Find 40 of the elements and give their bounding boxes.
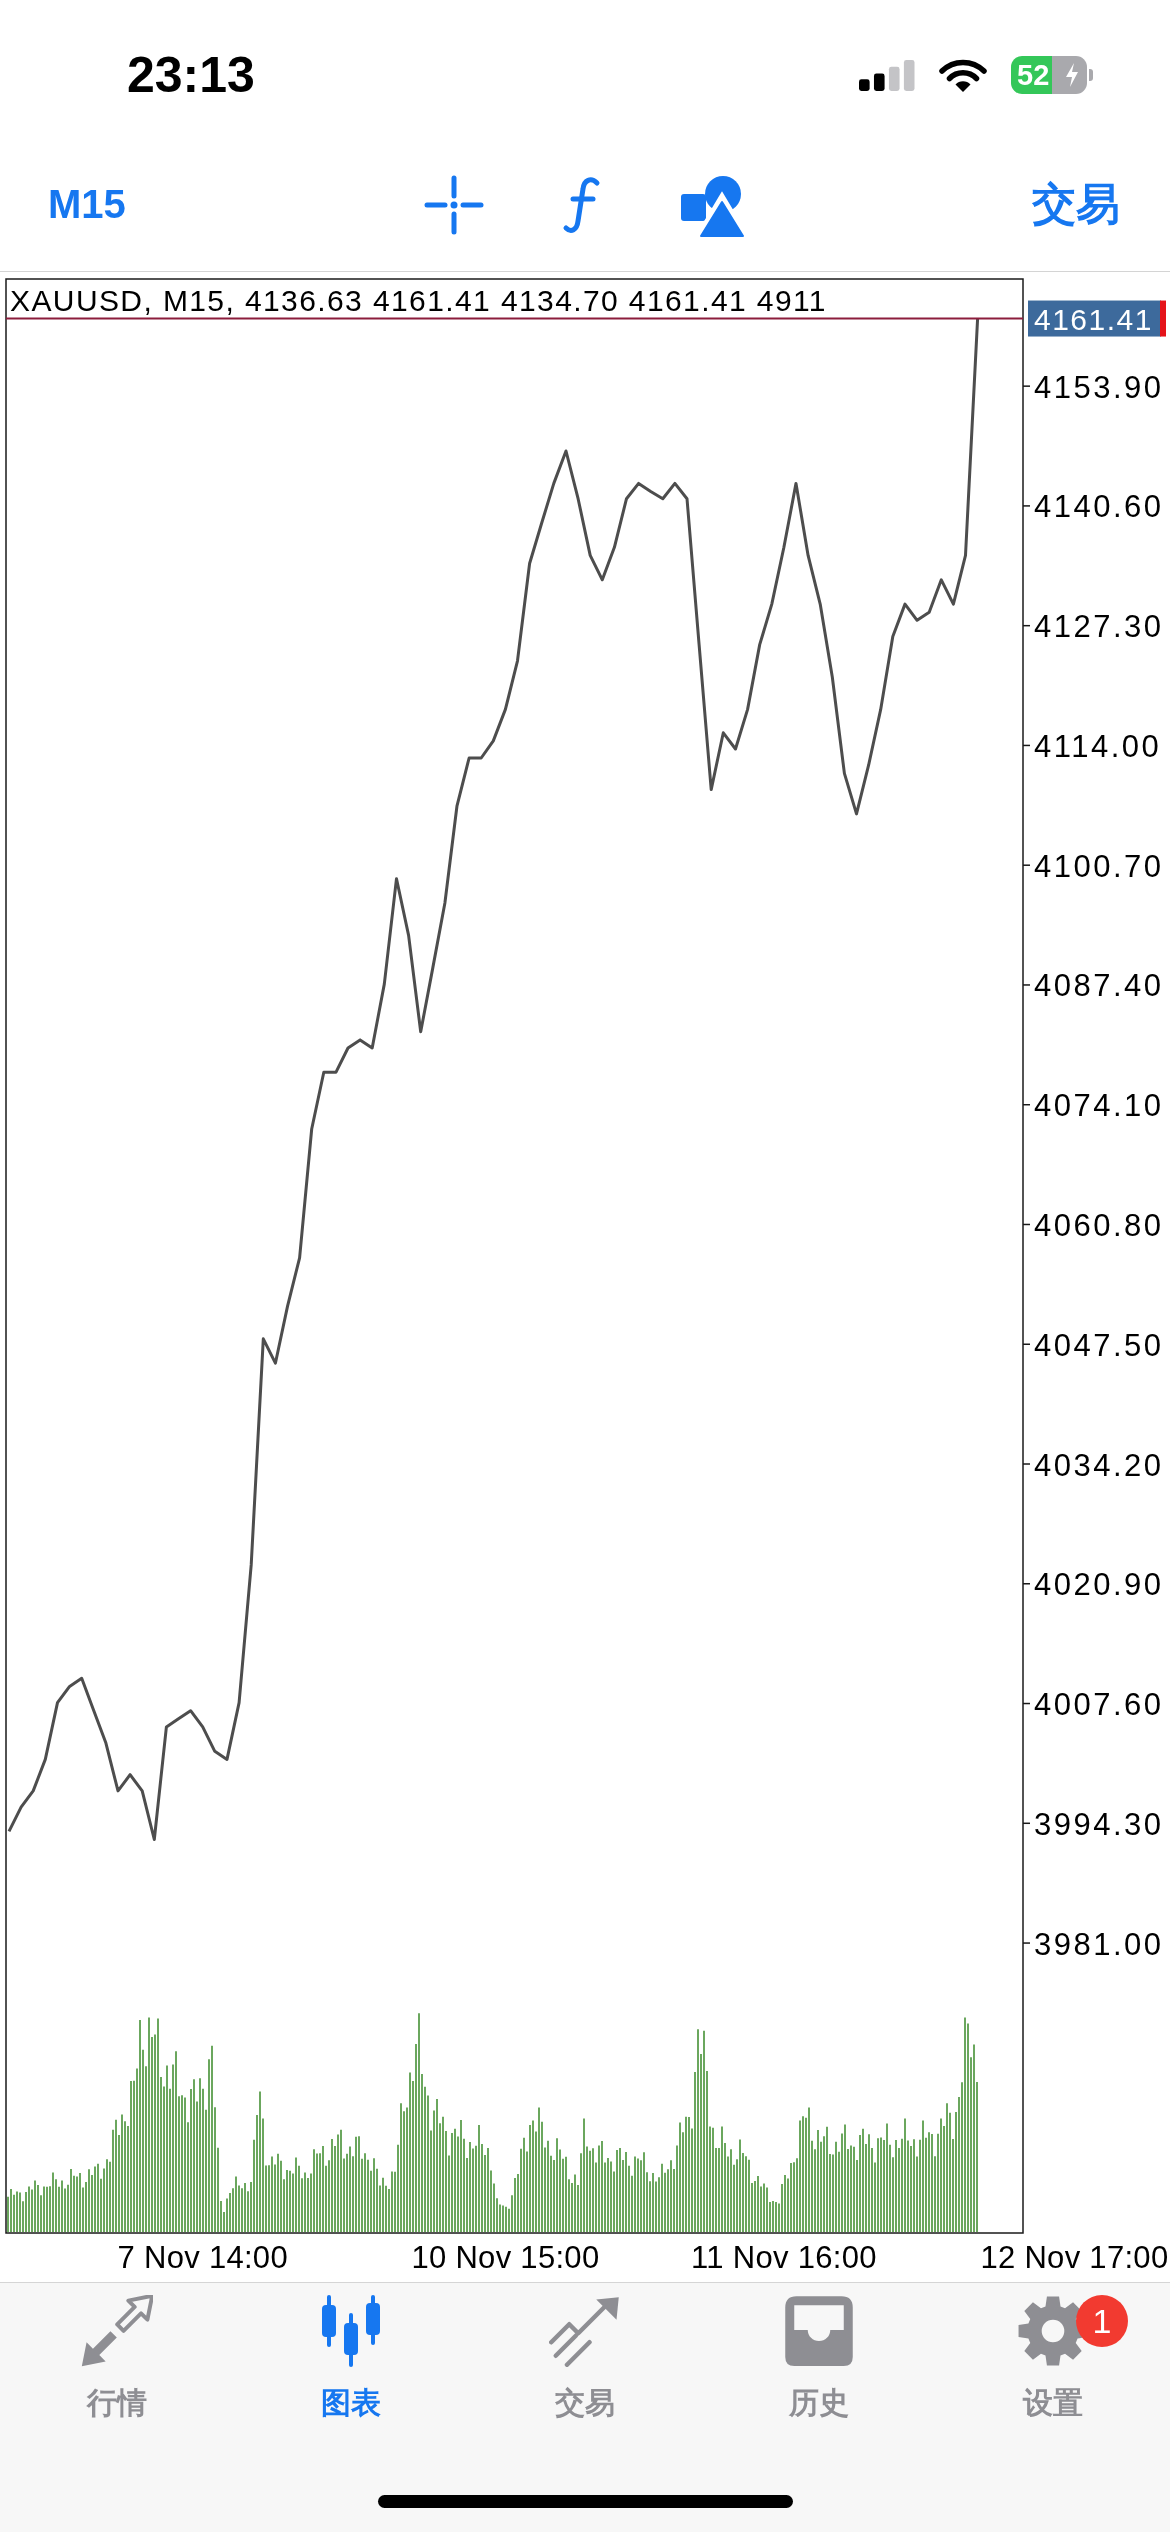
wifi-icon [939, 57, 987, 93]
tray-icon [784, 2295, 854, 2367]
battery-percentage: 52 [1017, 59, 1050, 91]
ref-line-label: 4161.41 [1034, 303, 1153, 337]
price-axis-label: 4127.30 [1034, 609, 1164, 645]
price-axis-label: 4087.40 [1034, 968, 1164, 1004]
tab-bar-item[interactable]: 行情 [0, 2283, 234, 2421]
status-time: 23:13 [127, 46, 255, 104]
tab-bar-item[interactable]: 交易 [468, 2283, 702, 2421]
diagonal-arrows-icon [81, 2295, 153, 2367]
price-axis-label: 3981.00 [1034, 1926, 1164, 1962]
price-axis-label: 4153.90 [1034, 369, 1164, 405]
function-icon[interactable] [562, 174, 602, 235]
tab-bar-item[interactable]: 历史 [702, 2283, 936, 2421]
chart-info-text: XAUUSD, M15, 4136.63 4161.41 4134.70 4161.41 4911 [10, 284, 827, 317]
price-axis-label: 4114.00 [1034, 728, 1162, 764]
price-axis-label: 4007.60 [1034, 1687, 1164, 1723]
trade-button[interactable]: 交易 [1032, 175, 1120, 234]
price-axis-label: 4100.70 [1034, 848, 1164, 884]
time-axis-label: 7 Nov 14:00 [117, 2239, 288, 2275]
cellular-signal-icon [859, 59, 915, 91]
price-axis-label: 4020.90 [1034, 1567, 1164, 1603]
price-axis-label: 4140.60 [1034, 489, 1164, 525]
price-axis-label: 4060.80 [1034, 1208, 1164, 1243]
price-axis-label: 4047.50 [1034, 1327, 1164, 1363]
price-axis-label: 4074.10 [1034, 1088, 1164, 1124]
timeframe-button[interactable]: M15 [48, 182, 126, 227]
tab-bar-item[interactable]: 设置 1 [936, 2283, 1170, 2421]
charging-bolt-icon [1065, 63, 1079, 87]
candlestick-icon [319, 2295, 383, 2367]
tab-bar-item[interactable]: 图表 [234, 2283, 468, 2421]
crosshair-icon[interactable] [424, 174, 484, 235]
price-axis-label: 4034.20 [1034, 1447, 1164, 1483]
price-axis-label: 3994.30 [1034, 1806, 1164, 1842]
current-price-label: 4161.41 [1028, 300, 1166, 337]
time-axis-label: 11 Nov 16:00 [691, 2239, 877, 2275]
notification-badge: 1 [1076, 2295, 1128, 2347]
trend-arrow-icon [549, 2295, 621, 2367]
time-axis-label: 10 Nov 15:00 [411, 2239, 600, 2275]
time-axis-label: 12 Nov 17:00 [980, 2239, 1169, 2275]
